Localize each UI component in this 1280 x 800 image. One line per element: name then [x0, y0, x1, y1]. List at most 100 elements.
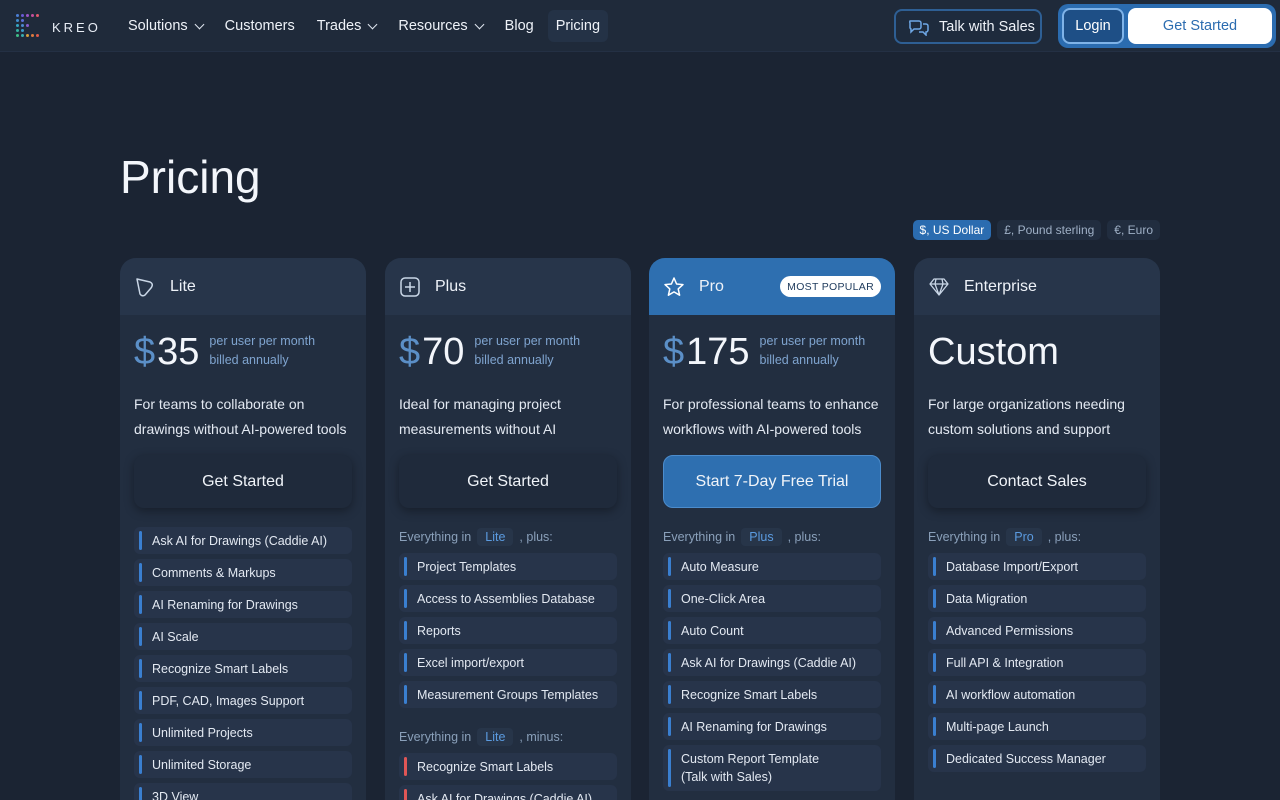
- top-nav: KREO Solutions Customers Trades Resource…: [0, 0, 1280, 52]
- includes-label: Everything in Lite , plus:: [399, 528, 553, 546]
- nav-link-label: Solutions: [128, 18, 188, 34]
- tag-icon: [136, 277, 154, 297]
- get-started-button[interactable]: Get Started: [1128, 8, 1272, 44]
- kreo-logo[interactable]: KREO: [14, 12, 101, 42]
- includes-prefix: Everything in: [928, 530, 1001, 544]
- nav-link-label: Trades: [316, 18, 362, 34]
- plan-price: $ 175 per user per month billed annually: [663, 330, 865, 374]
- plan-cta-button[interactable]: Get Started: [399, 455, 617, 508]
- plan-card-lite: Lite $ 35 per user per month billed annu…: [120, 258, 366, 800]
- chevron-down-icon: [474, 19, 485, 29]
- includes-label: Everything in Plus , plus:: [663, 528, 821, 546]
- nav-links: Solutions Customers Trades Resources Blo…: [120, 10, 614, 42]
- plus-square-icon: [400, 276, 420, 297]
- chat-bubbles-icon: [908, 19, 929, 36]
- feature-item: Unlimited Storage: [134, 751, 352, 778]
- nav-link-pricing[interactable]: Pricing: [547, 10, 609, 42]
- price-billing-line: billed annually: [474, 353, 554, 367]
- chevron-down-icon: [194, 19, 205, 29]
- free-trial-button[interactable]: Start 7-Day Free Trial: [663, 455, 881, 508]
- plan-card-pro: Pro MOST POPULAR $ 175 per user per mont…: [649, 258, 895, 800]
- includes-prefix: Everything in: [663, 530, 736, 544]
- most-popular-badge: MOST POPULAR: [780, 276, 881, 297]
- includes-suffix: , plus:: [519, 530, 553, 544]
- star-icon: [664, 276, 684, 296]
- contact-sales-button[interactable]: Contact Sales: [928, 455, 1146, 508]
- nav-link-label: Pricing: [555, 18, 601, 34]
- feature-item: AI Renaming for Drawings: [134, 591, 352, 618]
- feature-item: Measurement Groups Templates: [399, 681, 617, 708]
- nav-link-label: Customers: [224, 18, 295, 34]
- feature-item: Dedicated Success Manager: [928, 745, 1146, 772]
- plan-header: Plus: [385, 258, 631, 315]
- price-billing-line: billed annually: [209, 353, 289, 367]
- feature-line: (Talk with Sales): [681, 770, 772, 784]
- price-period: per user per month billed annually: [209, 332, 315, 370]
- excluded-feature-item: Ask AI for Drawings (Caddie AI): [399, 785, 617, 800]
- feature-item: Ask AI for Drawings (Caddie AI): [663, 649, 881, 676]
- excludes-plan-chip: Lite: [477, 728, 514, 746]
- feature-item: One-Click Area: [663, 585, 881, 612]
- price-amount: 70: [422, 331, 465, 373]
- currency-eur[interactable]: €, Euro: [1107, 220, 1160, 240]
- feature-item: Multi-page Launch: [928, 713, 1146, 740]
- price-period-line: per user per month: [209, 334, 316, 348]
- plan-description: Ideal for managing project measurements …: [399, 396, 561, 437]
- currency-switcher: $, US Dollar £, Pound sterling €, Euro: [907, 220, 1160, 240]
- nav-link-resources[interactable]: Resources: [390, 10, 490, 42]
- nav-link-label: Resources: [398, 18, 468, 34]
- price-period: per user per month billed annually: [760, 332, 866, 370]
- price-period-line: per user per month: [474, 334, 581, 348]
- currency-gbp[interactable]: £, Pound sterling: [997, 220, 1102, 240]
- excluded-feature-item: Recognize Smart Labels: [399, 753, 617, 780]
- nav-link-blog[interactable]: Blog: [497, 10, 542, 42]
- nav-link-customers[interactable]: Customers: [217, 10, 303, 42]
- feature-item: Access to Assemblies Database: [399, 585, 617, 612]
- feature-item: 3D View: [134, 783, 352, 800]
- feature-item: Auto Measure: [663, 553, 881, 580]
- nav-link-trades[interactable]: Trades: [309, 10, 385, 42]
- feature-item: Recognize Smart Labels: [663, 681, 881, 708]
- page-title: Pricing: [120, 151, 261, 203]
- price-period: per user per month billed annually: [474, 332, 580, 370]
- feature-item-custom-report: Custom Report Template (Talk with Sales): [663, 745, 881, 791]
- talk-with-sales-button[interactable]: Talk with Sales: [894, 9, 1042, 44]
- feature-item: Full API & Integration: [928, 649, 1146, 676]
- feature-item: Ask AI for Drawings (Caddie AI): [134, 527, 352, 554]
- price-currency-symbol: $: [399, 331, 421, 373]
- price-period-line: per user per month: [759, 334, 866, 348]
- feature-item: Database Import/Export: [928, 553, 1146, 580]
- includes-plan-chip: Plus: [741, 528, 782, 546]
- feature-item: Excel import/export: [399, 649, 617, 676]
- login-button[interactable]: Login: [1062, 8, 1124, 44]
- price-amount: 35: [157, 331, 200, 373]
- includes-plan-chip: Lite: [477, 528, 514, 546]
- feature-item: Advanced Permissions: [928, 617, 1146, 644]
- plan-name: Enterprise: [964, 277, 1037, 295]
- diamond-icon: [929, 277, 949, 296]
- auth-buttons: Login Get Started: [1058, 4, 1276, 48]
- includes-plan-chip: Pro: [1006, 528, 1042, 546]
- chevron-down-icon: [367, 19, 378, 29]
- feature-item: Reports: [399, 617, 617, 644]
- plan-card-plus: Plus $ 70 per user per month billed annu…: [385, 258, 631, 800]
- currency-usd[interactable]: $, US Dollar: [912, 220, 992, 240]
- feature-item: Data Migration: [928, 585, 1146, 612]
- feature-line: Custom Report Template: [681, 752, 820, 766]
- talk-with-sales-label: Talk with Sales: [939, 18, 1035, 35]
- feature-item: Project Templates: [399, 553, 617, 580]
- includes-suffix: , plus:: [787, 530, 821, 544]
- plan-header: Lite: [120, 258, 366, 315]
- plan-description: For large organizations needing custom s…: [928, 396, 1125, 437]
- excludes-suffix: , minus:: [519, 730, 564, 744]
- plan-name: Lite: [170, 277, 196, 295]
- price-billing-line: billed annually: [759, 353, 839, 367]
- plan-name: Plus: [435, 277, 467, 295]
- logo-mark-icon: [14, 12, 44, 42]
- plan-cta-button[interactable]: Get Started: [134, 455, 352, 508]
- price-currency-symbol: $: [134, 331, 156, 373]
- feature-item: Comments & Markups: [134, 559, 352, 586]
- includes-prefix: Everything in: [399, 530, 472, 544]
- nav-link-solutions[interactable]: Solutions: [120, 10, 211, 42]
- price-amount: 175: [686, 331, 750, 373]
